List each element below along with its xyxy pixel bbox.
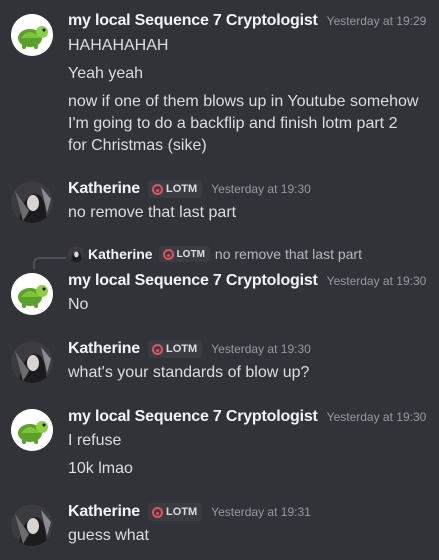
turtle-avatar-icon xyxy=(11,409,53,451)
avatar[interactable] xyxy=(11,14,53,56)
username[interactable]: my local Sequence 7 Cryptologist xyxy=(68,408,318,426)
tag-label: LOTM xyxy=(166,506,198,518)
role-tag[interactable]: LOTM xyxy=(158,246,210,262)
katherine-avatar-icon xyxy=(11,341,53,383)
username[interactable]: Katherine xyxy=(68,340,140,358)
tag-label: LOTM xyxy=(166,183,198,195)
timestamp[interactable]: Yesterday at 19:30 xyxy=(327,410,427,424)
username[interactable]: my local Sequence 7 Cryptologist xyxy=(68,272,318,290)
username[interactable]: Katherine xyxy=(68,503,140,521)
message-text: what's your standards of blow up? xyxy=(68,364,310,381)
avatar[interactable] xyxy=(11,504,53,546)
message-text: no remove that last part xyxy=(68,204,237,221)
reply-preview[interactable]: Katherine LOTM no remove that last part xyxy=(68,246,362,262)
message-text: now if one of them blows up in Youtube s… xyxy=(68,93,419,110)
message-text: I refuse xyxy=(68,432,122,449)
lotm-tag-icon xyxy=(152,343,163,355)
turtle-avatar-icon xyxy=(11,273,53,315)
message-text: Yeah yeah xyxy=(68,65,144,82)
timestamp[interactable]: Yesterday at 19:30 xyxy=(211,182,311,196)
lotm-tag-icon xyxy=(152,183,163,195)
timestamp[interactable]: Yesterday at 19:30 xyxy=(327,274,427,288)
tag-label: LOTM xyxy=(166,343,198,355)
username[interactable]: my local Sequence 7 Cryptologist xyxy=(68,12,318,30)
reply-spine xyxy=(33,257,66,269)
timestamp[interactable]: Yesterday at 19:29 xyxy=(327,14,427,28)
reply-avatar xyxy=(68,246,84,262)
timestamp[interactable]: Yesterday at 19:31 xyxy=(211,505,311,519)
katherine-avatar-icon xyxy=(11,181,53,223)
tag-label: LOTM xyxy=(176,248,205,260)
message-text: I'm going to do a backflip and finish lo… xyxy=(68,115,398,132)
message-text: for Christmas (sike) xyxy=(68,137,207,154)
message-text: 10k lmao xyxy=(68,460,133,477)
turtle-avatar-icon xyxy=(11,14,53,56)
username[interactable]: Katherine xyxy=(68,180,140,198)
katherine-avatar-icon xyxy=(11,504,53,546)
message-text: No xyxy=(68,296,89,313)
reply-username[interactable]: Katherine xyxy=(88,246,153,262)
lotm-tag-icon xyxy=(162,248,174,260)
avatar[interactable] xyxy=(11,341,53,383)
role-tag[interactable]: LOTM xyxy=(148,180,203,198)
message-text: guess what xyxy=(68,527,149,544)
timestamp[interactable]: Yesterday at 19:30 xyxy=(211,342,311,356)
avatar[interactable] xyxy=(11,273,53,315)
lotm-tag-icon xyxy=(152,506,163,518)
reply-text[interactable]: no remove that last part xyxy=(215,246,362,262)
message-text: HAHAHAHAH xyxy=(68,37,169,54)
role-tag[interactable]: LOTM xyxy=(148,503,203,521)
katherine-avatar-icon xyxy=(68,246,84,262)
role-tag[interactable]: LOTM xyxy=(148,340,203,358)
avatar[interactable] xyxy=(11,409,53,451)
avatar[interactable] xyxy=(11,181,53,223)
